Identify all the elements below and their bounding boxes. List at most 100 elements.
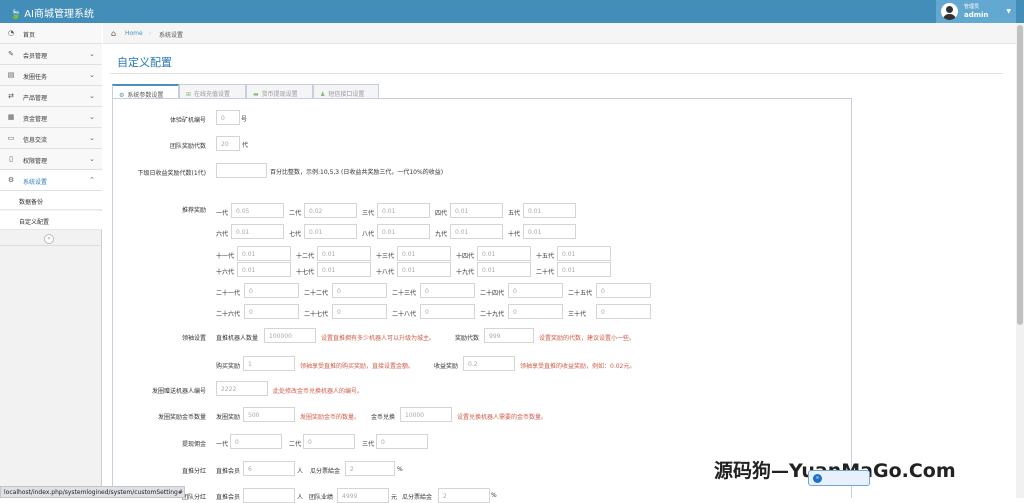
recommend-gen-input[interactable]: 0.01	[557, 262, 611, 277]
breadcrumb-home[interactable]: Home	[125, 30, 143, 37]
user-menu[interactable]: 管理员 admin ▼	[936, 0, 1016, 23]
sidebar-item-permissions[interactable]: ▯ 权限管理 ⌄	[0, 149, 102, 170]
leader-income-hint: 领袖享受直推的收益奖励，例如：0.02元。	[520, 363, 636, 370]
tab-withdraw[interactable]: ▬ 货币提现设置	[246, 84, 313, 99]
recommend-gen-input[interactable]: 0.01	[477, 262, 531, 277]
recommend-gen-label: 二十六代	[216, 311, 241, 318]
recommend-gen-label: 二十九代	[480, 311, 505, 318]
recommend-gen-input[interactable]: 0.01	[477, 246, 531, 261]
brand[interactable]: 🍃 AI商城管理系统	[10, 5, 94, 20]
tab-sms[interactable]: ♟ 短信接口设置	[313, 84, 379, 99]
breadcrumb-current: 系统设置	[159, 32, 184, 39]
chevron-down-icon: ⌄	[89, 71, 95, 79]
commission-gen1-label: 一代	[216, 441, 229, 448]
recommend-gen-label: 八代	[362, 231, 375, 238]
chevron-down-icon: ⌄	[89, 155, 95, 163]
comment-icon: ▭	[7, 134, 15, 142]
recommend-gen-input[interactable]: 0.01	[450, 203, 503, 218]
commission-gen3-input[interactable]: 0	[376, 434, 428, 449]
calendar-icon: ▦	[7, 113, 15, 121]
recommend-gen-input[interactable]: 0.01	[237, 246, 291, 261]
sidebar-item-home[interactable]: ◔ 首页	[0, 23, 102, 44]
recommend-gen-input[interactable]: 0.01	[317, 262, 371, 277]
recommend-gen-input[interactable]: 0.01	[523, 203, 576, 218]
floating-chat-button[interactable]: ∞	[808, 470, 870, 486]
recommend-gen-input[interactable]: 0	[508, 283, 563, 298]
recommend-gen-input[interactable]: 0.01	[231, 224, 284, 239]
tab-system-params[interactable]: ⚙ 系统参数设置	[112, 84, 179, 99]
dividend-member-input[interactable]: 6	[243, 461, 295, 476]
recommend-gen-label: 二十二代	[304, 290, 329, 297]
team-dividend-member-input[interactable]	[243, 488, 295, 503]
avatar	[941, 3, 958, 20]
recommend-gen-input[interactable]: 0	[244, 283, 299, 298]
recommend-gen-input[interactable]: 0.01	[237, 262, 291, 277]
recommend-gen-label: 九代	[435, 231, 448, 238]
sidebar-collapse[interactable]: «	[0, 232, 102, 246]
recommend-gen-input[interactable]: 0.02	[304, 203, 357, 218]
app-title: AI商城管理系统	[24, 9, 95, 20]
coins-exchange-input[interactable]: 10000	[400, 407, 452, 422]
chat-icon: ∞	[813, 474, 822, 483]
sidebar-item-products[interactable]: ⇄ 产品管理 ⌄	[0, 86, 102, 107]
coins-reward-input[interactable]: 500	[243, 407, 295, 422]
coins-exchange-label: 金币兑换	[371, 414, 396, 421]
recommend-gen-label: 十四代	[456, 253, 475, 260]
recommend-gen-input[interactable]: 0	[420, 283, 475, 298]
plus-square-icon: ⊞	[186, 91, 192, 98]
trial-label: 体验矿机编号	[169, 117, 206, 124]
recommend-gen-input[interactable]: 0	[420, 304, 475, 319]
recommend-gen-input[interactable]: 0.01	[377, 224, 430, 239]
commission-gen1-input[interactable]: 0	[230, 434, 282, 449]
recommend-gen-input[interactable]: 0.01	[304, 224, 357, 239]
sidebar-sub-custom[interactable]: 自定义配置	[0, 211, 102, 230]
leader-gens-input[interactable]: 999	[484, 328, 534, 343]
recommend-gen-label: 二代	[289, 210, 302, 217]
chevron-down-icon: ⌄	[89, 113, 95, 121]
leader-buy-input[interactable]: 1	[243, 356, 295, 371]
scrollbar[interactable]	[1016, 23, 1024, 498]
trial-input[interactable]: 0	[216, 110, 240, 125]
gift-input[interactable]: 2222	[216, 381, 268, 396]
recommend-gen-input[interactable]: 0.01	[557, 246, 611, 261]
recommend-gen-input[interactable]: 0.01	[523, 224, 576, 239]
recommend-gen-input[interactable]: 0	[596, 304, 651, 319]
recommend-gen-input[interactable]: 0.05	[231, 203, 284, 218]
commission-gen2-input[interactable]: 0	[303, 434, 355, 449]
scrollbar-thumb[interactable]	[1017, 25, 1023, 325]
dividend-share-input[interactable]: 2	[345, 461, 395, 476]
watermark-cn: 源码狗	[714, 460, 772, 482]
sidebar-item-label: 权限管理	[23, 158, 48, 165]
sub-input[interactable]	[216, 163, 267, 178]
sub-hint: 百分比整数，示例:10,5,3 (日收益共奖励三代，一代10%的收益)	[270, 169, 444, 176]
recommend-gen-input[interactable]: 0	[332, 283, 387, 298]
sidebar-item-settings[interactable]: ⚙ 系统设置 ⌃	[0, 170, 102, 191]
sidebar-item-members[interactable]: ✎ 会员管理 ⌄	[0, 44, 102, 65]
recommend-gen-input[interactable]: 0.01	[450, 224, 503, 239]
team-dividend-share-input[interactable]: 2	[438, 488, 490, 503]
sidebar-sub-backup[interactable]: 数据备份	[0, 191, 102, 210]
sidebar-item-tasks[interactable]: ▤ 发圈任务 ⌄	[0, 65, 102, 86]
recommend-gen-input[interactable]: 0	[596, 283, 651, 298]
sidebar-item-funds[interactable]: ▦ 资金管理 ⌄	[0, 107, 102, 128]
tab-recharge[interactable]: ⊞ 在线充值设置	[179, 84, 246, 99]
tab-label: 货币提现设置	[261, 91, 298, 98]
sidebar-item-messages[interactable]: ▭ 信息交流 ⌄	[0, 128, 102, 149]
leader-robots-input[interactable]: 100000	[264, 328, 316, 343]
gears-icon: ⚙	[7, 176, 15, 184]
sidebar-sub-label: 自定义配置	[19, 219, 50, 226]
recommend-gen-input[interactable]: 0	[508, 304, 563, 319]
recommend-gen-input[interactable]: 0	[244, 304, 299, 319]
team-input[interactable]: 20	[216, 136, 240, 151]
recommend-gen-input[interactable]: 0.01	[397, 246, 451, 261]
team-dividend-perf-input[interactable]: 4999	[337, 488, 389, 503]
leaf-icon: 🍃	[10, 10, 22, 20]
recommend-gen-label: 十五代	[536, 253, 555, 260]
recommend-gen-input[interactable]: 0	[332, 304, 387, 319]
recommend-gen-input[interactable]: 0.01	[397, 262, 451, 277]
recommend-gen-label: 十九代	[456, 269, 475, 276]
team-dividend-member-unit: 人	[297, 494, 304, 501]
leader-income-input[interactable]: 0.2	[463, 356, 515, 371]
recommend-gen-input[interactable]: 0.01	[377, 203, 430, 218]
recommend-gen-input[interactable]: 0.01	[317, 246, 371, 261]
